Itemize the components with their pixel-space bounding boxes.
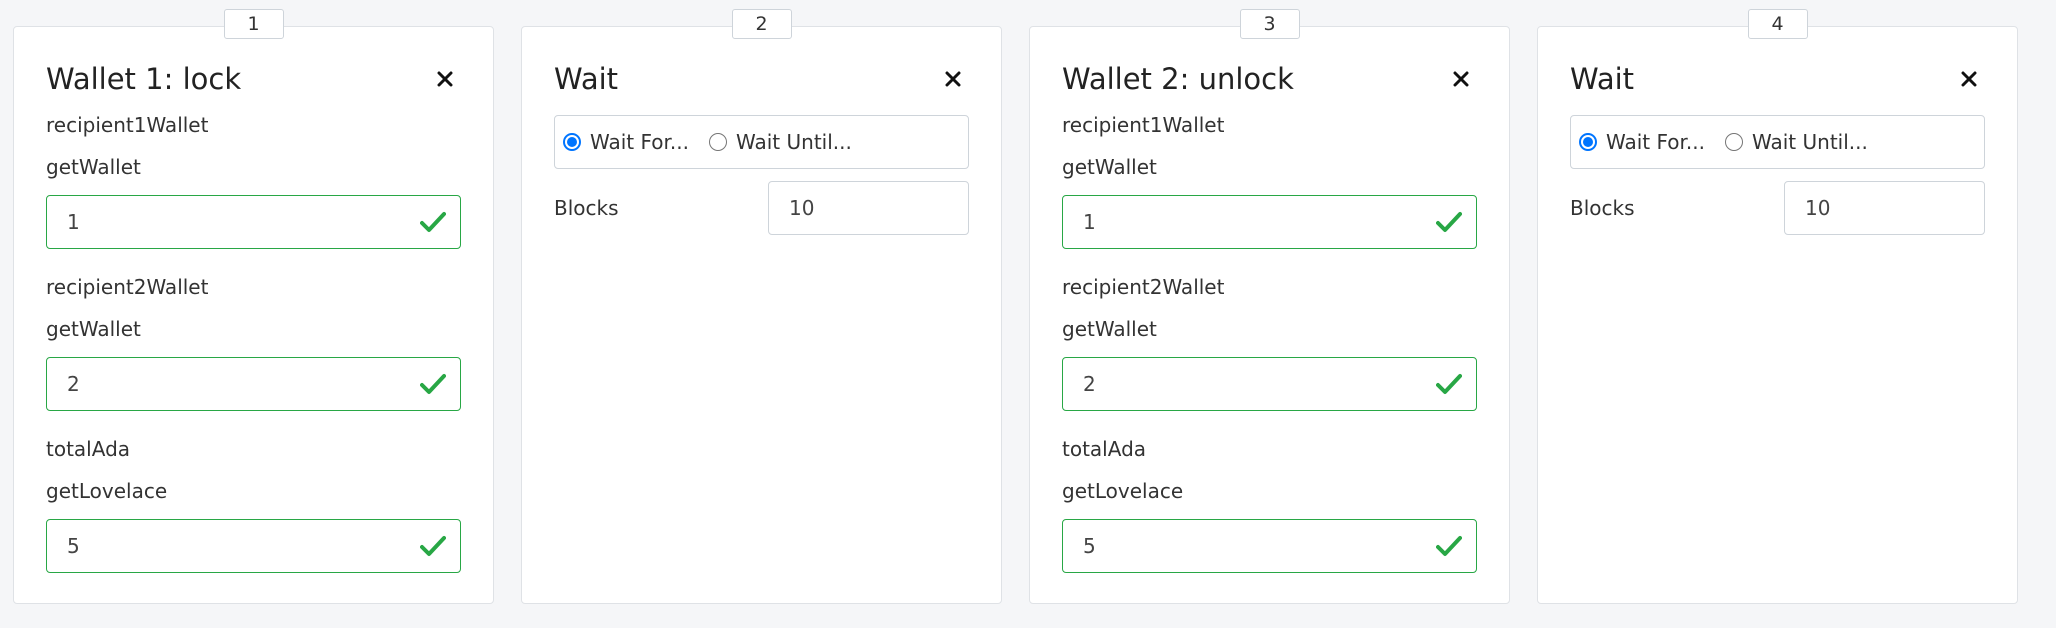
card-title: Wait bbox=[554, 62, 619, 96]
close-icon bbox=[945, 71, 961, 87]
lovelace-value-field[interactable]: 5 bbox=[46, 519, 461, 573]
card-title: Wallet 1: lock bbox=[46, 62, 242, 96]
card-header: Wait bbox=[1570, 57, 1985, 101]
param-function: getWallet bbox=[1062, 155, 1157, 179]
wallet-value-field[interactable]: 2 bbox=[46, 357, 461, 411]
blocks-label: Blocks bbox=[554, 196, 619, 220]
radio-unchecked-icon[interactable] bbox=[1725, 133, 1743, 151]
check-icon bbox=[420, 536, 446, 556]
radio-unchecked-icon[interactable] bbox=[709, 133, 727, 151]
lovelace-value-field[interactable]: 5 bbox=[1062, 519, 1477, 573]
check-icon bbox=[1436, 212, 1462, 232]
card-title: Wallet 2: unlock bbox=[1062, 62, 1294, 96]
action-card-wallet-1-lock: 1 Wallet 1: lock recipient1Wallet getWal… bbox=[13, 9, 494, 604]
check-icon bbox=[1436, 374, 1462, 394]
field-value: 2 bbox=[1083, 372, 1096, 396]
step-number-badge: 3 bbox=[1239, 9, 1300, 39]
card-header: Wallet 2: unlock bbox=[1062, 57, 1477, 101]
param-name-recipient2wallet: recipient2Wallet bbox=[1062, 275, 1225, 299]
close-icon bbox=[1961, 71, 1977, 87]
close-button[interactable] bbox=[939, 65, 967, 93]
param-function: getWallet bbox=[1062, 317, 1157, 341]
field-value: 5 bbox=[67, 534, 80, 558]
param-function: getLovelace bbox=[46, 479, 168, 503]
wait-for-radio[interactable]: Wait For... bbox=[1579, 130, 1705, 154]
blocks-row: Blocks bbox=[554, 181, 969, 235]
close-icon bbox=[437, 71, 453, 87]
param-name-recipient2wallet: recipient2Wallet bbox=[46, 275, 209, 299]
action-card-wait: 2 Wait Wait For... Wait Until... Blocks bbox=[521, 9, 1002, 604]
wait-until-radio[interactable]: Wait Until... bbox=[709, 130, 852, 154]
param-name-totalada: totalAda bbox=[1062, 437, 1147, 461]
field-value: 1 bbox=[67, 210, 80, 234]
radio-checked-icon[interactable] bbox=[1579, 133, 1597, 151]
card-title: Wait bbox=[1570, 62, 1635, 96]
param-name-recipient1wallet: recipient1Wallet bbox=[1062, 113, 1225, 137]
param-name-recipient1wallet: recipient1Wallet bbox=[46, 113, 209, 137]
check-icon bbox=[1436, 536, 1462, 556]
radio-label: Wait For... bbox=[1606, 130, 1705, 154]
card-header: Wait bbox=[554, 57, 969, 101]
step-number-badge: 4 bbox=[1747, 9, 1808, 39]
field-value: 2 bbox=[67, 372, 80, 396]
radio-label: Wait Until... bbox=[736, 130, 852, 154]
wait-for-radio[interactable]: Wait For... bbox=[563, 130, 689, 154]
blocks-label: Blocks bbox=[1570, 196, 1635, 220]
radio-label: Wait For... bbox=[590, 130, 689, 154]
check-icon bbox=[420, 212, 446, 232]
card-header: Wallet 1: lock bbox=[46, 57, 461, 101]
close-icon bbox=[1453, 71, 1469, 87]
step-number-badge: 2 bbox=[731, 9, 792, 39]
param-function: getLovelace bbox=[1062, 479, 1184, 503]
close-button[interactable] bbox=[1955, 65, 1983, 93]
wallet-value-field[interactable]: 1 bbox=[1062, 195, 1477, 249]
radio-checked-icon[interactable] bbox=[563, 133, 581, 151]
action-card-wallet-2-unlock: 3 Wallet 2: unlock recipient1Wallet getW… bbox=[1029, 9, 1510, 604]
wait-mode-group: Wait For... Wait Until... bbox=[554, 115, 969, 169]
field-value: 1 bbox=[1083, 210, 1096, 234]
param-function: getWallet bbox=[46, 317, 141, 341]
simulation-sequence: 1 Wallet 1: lock recipient1Wallet getWal… bbox=[13, 9, 2018, 604]
param-name-totalada: totalAda bbox=[46, 437, 131, 461]
wait-until-radio[interactable]: Wait Until... bbox=[1725, 130, 1868, 154]
action-card-wait: 4 Wait Wait For... Wait Until... Blocks bbox=[1537, 9, 2018, 604]
param-function: getWallet bbox=[46, 155, 141, 179]
blocks-row: Blocks bbox=[1570, 181, 1985, 235]
field-value: 5 bbox=[1083, 534, 1096, 558]
check-icon bbox=[420, 374, 446, 394]
close-button[interactable] bbox=[1447, 65, 1475, 93]
blocks-input[interactable] bbox=[1784, 181, 1985, 235]
wallet-value-field[interactable]: 1 bbox=[46, 195, 461, 249]
wait-mode-group: Wait For... Wait Until... bbox=[1570, 115, 1985, 169]
wallet-value-field[interactable]: 2 bbox=[1062, 357, 1477, 411]
blocks-input[interactable] bbox=[768, 181, 969, 235]
close-button[interactable] bbox=[431, 65, 459, 93]
radio-label: Wait Until... bbox=[1752, 130, 1868, 154]
step-number-badge: 1 bbox=[223, 9, 284, 39]
